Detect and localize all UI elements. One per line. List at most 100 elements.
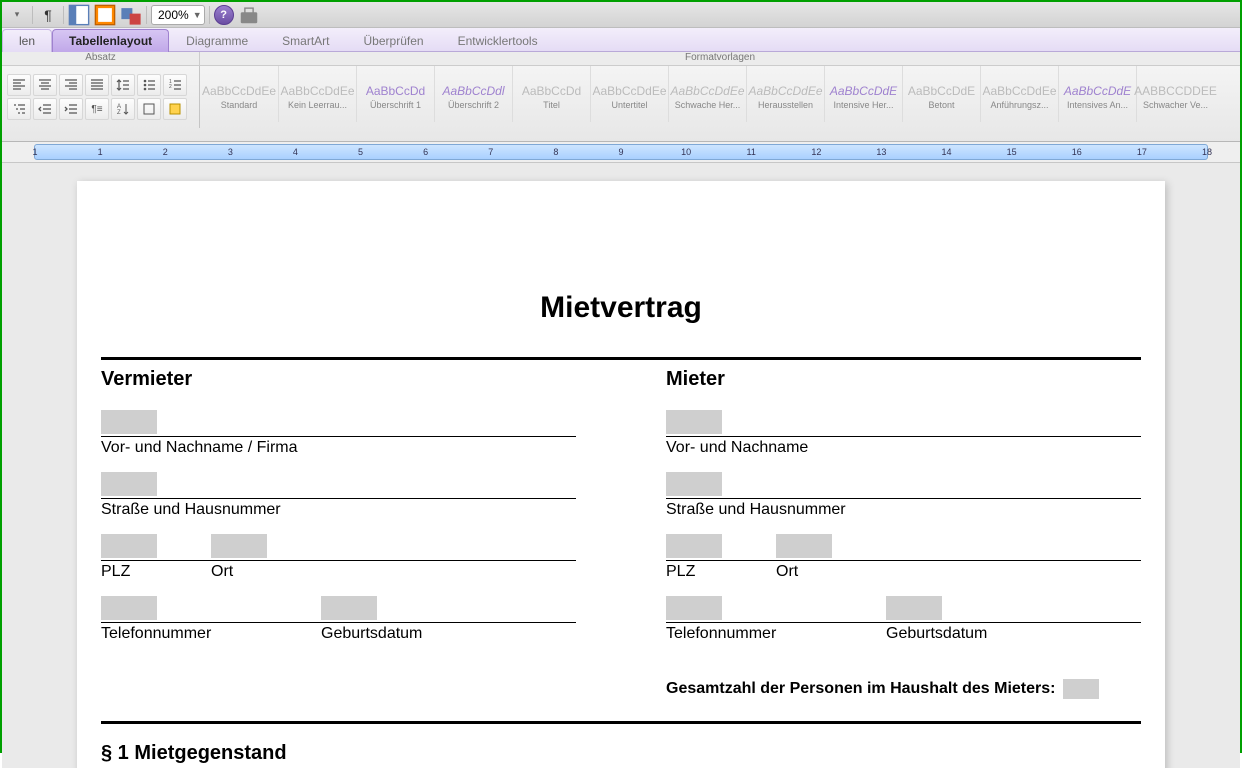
horizontal-ruler[interactable]: 1123456789101112131415161718 (34, 144, 1208, 160)
form-placeholder[interactable] (666, 596, 722, 620)
style-name: Titel (515, 100, 588, 110)
numbering-icon[interactable]: 12 (163, 74, 187, 96)
style-untertitel[interactable]: AaBbCcDdEeUntertitel (590, 66, 668, 122)
vermieter-heading: Vermieter (101, 368, 576, 391)
justify-icon[interactable] (85, 74, 109, 96)
mieter-plz-label: PLZ (666, 561, 776, 595)
vermieter-ort-field[interactable] (211, 533, 576, 561)
style-sample: AaBbCcDdEe (748, 78, 822, 100)
undo-dropdown-icon[interactable]: ▾ (6, 5, 28, 25)
mieter-ort-field[interactable] (776, 533, 1141, 561)
ruler-number: 12 (811, 147, 821, 157)
toolbox-icon[interactable] (238, 5, 260, 25)
ruler-number: 14 (942, 147, 952, 157)
style-sample: AaBbCcDdEe (982, 78, 1056, 100)
style--berschrift-1[interactable]: AaBbCcDdÜberschrift 1 (356, 66, 434, 122)
style-schwacher-ve-[interactable]: AABBCCDDEESchwacher Ve... (1136, 66, 1214, 122)
page-layout-icon[interactable] (68, 5, 90, 25)
vermieter-column: Vermieter Vor- und Nachname / Firma Stra… (101, 364, 576, 699)
align-center-icon[interactable] (33, 74, 57, 96)
zoom-value: 200% (158, 8, 189, 22)
mieter-street-field[interactable] (666, 471, 1141, 499)
shading-icon[interactable] (163, 98, 187, 120)
document-scroll-area[interactable]: Mietvertrag Vermieter Vor- und Nachname … (2, 163, 1240, 768)
tab-entwicklertools[interactable]: Entwicklertools (441, 29, 555, 52)
style-sample: AaBbCcDd (522, 78, 581, 100)
form-placeholder[interactable] (666, 472, 722, 496)
decrease-indent-icon[interactable] (33, 98, 57, 120)
household-count-field[interactable] (1063, 679, 1099, 699)
separator (146, 6, 147, 24)
style-sample: AaBbCcDdEe (280, 78, 354, 100)
styles-gallery[interactable]: AaBbCcDdEeStandardAaBbCcDdEeKein Leerrau… (200, 66, 1240, 141)
mieter-dob-field[interactable] (886, 595, 1141, 623)
form-placeholder[interactable] (776, 534, 832, 558)
separator (32, 6, 33, 24)
tab-tabellenlayout[interactable]: Tabellenlayout (52, 29, 169, 52)
borders-icon[interactable] (137, 98, 161, 120)
form-placeholder[interactable] (101, 410, 157, 434)
parties-columns: Vermieter Vor- und Nachname / Firma Stra… (101, 364, 1141, 699)
form-placeholder[interactable] (666, 410, 722, 434)
vermieter-dob-label: Geburtsdatum (321, 623, 576, 657)
mieter-name-field[interactable] (666, 409, 1141, 437)
paragraph-group: 12 ¶≡ AZ (2, 66, 200, 128)
vermieter-dob-field[interactable] (321, 595, 576, 623)
pilcrow-icon[interactable] (37, 5, 59, 25)
sort-icon[interactable]: AZ (111, 98, 135, 120)
style-titel[interactable]: AaBbCcDdTitel (512, 66, 590, 122)
ruler-number: 10 (681, 147, 691, 157)
vermieter-tel-field[interactable] (101, 595, 321, 623)
vermieter-street-field[interactable] (101, 471, 576, 499)
style-herausstellen[interactable]: AaBbCcDdEeHerausstellen (746, 66, 824, 122)
page-color-icon[interactable] (94, 5, 116, 25)
form-placeholder[interactable] (211, 534, 267, 558)
style-betont[interactable]: AaBbCcDdEBetont (902, 66, 980, 122)
style-sample: AABBCCDDEE (1134, 78, 1217, 100)
tab-smartart[interactable]: SmartArt (265, 29, 346, 52)
style-anf-hrungsz-[interactable]: AaBbCcDdEeAnführungsz... (980, 66, 1058, 122)
style-standard[interactable]: AaBbCcDdEeStandard (200, 66, 278, 122)
line-spacing-icon[interactable] (111, 74, 135, 96)
mieter-column: Mieter Vor- und Nachname Straße und Haus… (666, 364, 1141, 699)
mieter-street-label: Straße und Hausnummer (666, 499, 1141, 533)
form-placeholder[interactable] (101, 534, 157, 558)
form-placeholder[interactable] (666, 534, 722, 558)
style-intensives-an-[interactable]: AaBbCcDdEIntensives An... (1058, 66, 1136, 122)
show-marks-icon[interactable]: ¶≡ (85, 98, 109, 120)
separator (63, 6, 64, 24)
bullets-icon[interactable] (137, 74, 161, 96)
form-placeholder[interactable] (101, 472, 157, 496)
ruler-number: 1 (98, 147, 103, 157)
help-icon[interactable]: ? (214, 5, 234, 25)
tab-ueberpruefen[interactable]: Überprüfen (347, 29, 441, 52)
style-schwache-her-[interactable]: AaBbCcDdEeSchwache Her... (668, 66, 746, 122)
arrange-icon[interactable] (120, 5, 142, 25)
household-count-row: Gesamtzahl der Personen im Haushalt des … (666, 679, 1141, 699)
mieter-tel-field[interactable] (666, 595, 886, 623)
increase-indent-icon[interactable] (59, 98, 83, 120)
mieter-dob-label: Geburtsdatum (886, 623, 1141, 657)
group-label-formatvorlagen: Formatvorlagen (200, 52, 1240, 65)
multilevel-list-icon[interactable] (7, 98, 31, 120)
align-left-icon[interactable] (7, 74, 31, 96)
form-placeholder[interactable] (321, 596, 377, 620)
style-intensive-her-[interactable]: AaBbCcDdEIntensive Her... (824, 66, 902, 122)
tab-partial[interactable]: len (2, 29, 52, 52)
mieter-heading: Mieter (666, 368, 1141, 391)
form-placeholder[interactable] (886, 596, 942, 620)
vermieter-name-field[interactable] (101, 409, 576, 437)
style-sample: AaBbCcDdEe (592, 78, 666, 100)
mieter-plz-ort-row: PLZ Ort (666, 533, 1141, 595)
align-right-icon[interactable] (59, 74, 83, 96)
chevron-down-icon: ▼ (193, 10, 202, 20)
tab-diagramme[interactable]: Diagramme (169, 29, 265, 52)
form-placeholder[interactable] (101, 596, 157, 620)
style-name: Anführungsz... (983, 100, 1056, 110)
style-name: Betont (905, 100, 978, 110)
mieter-plz-field[interactable] (666, 533, 776, 561)
zoom-combo[interactable]: 200% ▼ (151, 5, 205, 25)
style--berschrift-2[interactable]: AaBbCcDdlÜberschrift 2 (434, 66, 512, 122)
vermieter-plz-field[interactable] (101, 533, 211, 561)
style-kein-leerrau-[interactable]: AaBbCcDdEeKein Leerrau... (278, 66, 356, 122)
